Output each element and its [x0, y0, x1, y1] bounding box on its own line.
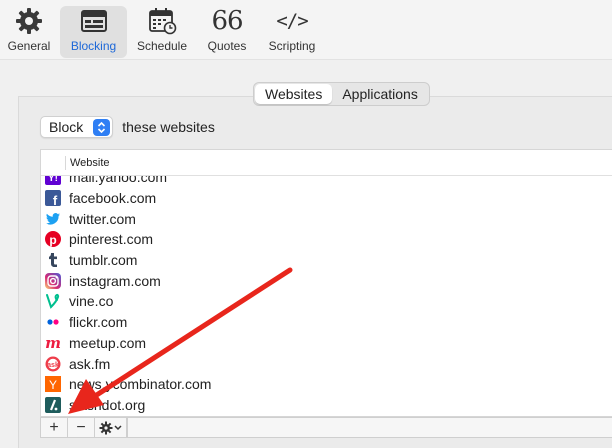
table-header: Website	[41, 150, 612, 176]
table-row[interactable]: tumblr.com	[41, 250, 612, 271]
twitter-icon	[44, 210, 62, 228]
gear-dropdown-icon	[99, 421, 122, 434]
website-name: news.ycombinator.com	[69, 376, 212, 393]
action-menu-button[interactable]	[95, 418, 127, 437]
toolbar-blocking-label: Blocking	[70, 39, 117, 53]
instagram-icon	[44, 272, 62, 290]
quote-icon: 66	[209, 6, 245, 36]
slashdot-icon	[44, 396, 62, 414]
table-row[interactable]: slashdot.org	[41, 395, 612, 416]
website-name: vine.co	[69, 293, 114, 310]
website-name: ask.fm	[69, 355, 111, 372]
website-name: tumblr.com	[69, 252, 138, 269]
table-row[interactable]: f facebook.com	[41, 188, 612, 209]
code-icon: </>	[274, 6, 310, 36]
add-website-button[interactable]: +	[41, 418, 68, 437]
block-mode-suffix: these websites	[122, 119, 215, 135]
calendar-icon	[144, 6, 180, 36]
website-name: facebook.com	[69, 190, 157, 207]
block-mode-popup[interactable]: Block	[40, 116, 114, 138]
website-name: pinterest.com	[69, 231, 154, 248]
toolbar-schedule-label: Schedule	[136, 39, 188, 53]
quote-glyph: 66	[211, 6, 243, 36]
toolbar-general-label: General	[7, 39, 51, 53]
code-glyph: </>	[276, 10, 308, 32]
toolbar-quotes[interactable]: 66 Quotes	[200, 6, 254, 58]
tumblr-icon	[44, 251, 62, 269]
website-name: flickr.com	[69, 314, 128, 331]
gear-icon	[11, 6, 47, 36]
toolbar-general[interactable]: General	[2, 6, 56, 58]
window-icon	[76, 6, 112, 36]
plus-icon: +	[49, 418, 59, 436]
table-row[interactable]: flickr.com	[41, 312, 612, 333]
toolbar-scripting-label: Scripting	[268, 39, 316, 53]
website-list: Y! mail.yahoo.com f facebook.com twitter…	[41, 167, 612, 415]
toolbar-schedule[interactable]: Schedule	[131, 6, 193, 58]
block-mode-value: Block	[49, 119, 84, 135]
vine-icon	[44, 292, 62, 310]
minus-icon: −	[76, 418, 86, 436]
block-mode-row: Block these websites	[40, 116, 215, 138]
svg-text:ask: ask	[47, 362, 59, 369]
pinterest-icon: p	[44, 230, 62, 248]
table-row[interactable]: Y news.ycombinator.com	[41, 374, 612, 395]
segment-applications[interactable]: Applications	[332, 84, 428, 104]
list-button-bar: + −	[40, 417, 128, 438]
button-bar-background	[127, 417, 612, 438]
ycombinator-icon: Y	[44, 375, 62, 393]
segment-websites[interactable]: Websites	[255, 84, 333, 104]
toolbar-scripting[interactable]: </> Scripting	[260, 6, 324, 58]
popup-chevron-icon	[93, 118, 111, 136]
flickr-icon	[44, 313, 62, 331]
table-row[interactable]: m meetup.com	[41, 333, 612, 354]
preferences-toolbar: General Blocking Schedule 66 Quotes </> …	[0, 0, 612, 60]
svg-text:m: m	[45, 335, 61, 351]
column-header-website[interactable]: Website	[65, 156, 110, 170]
website-name: twitter.com	[69, 210, 136, 227]
website-table[interactable]: Y! mail.yahoo.com f facebook.com twitter…	[40, 149, 612, 417]
svg-text:Y: Y	[49, 378, 57, 392]
website-name: slashdot.org	[69, 396, 146, 413]
table-row[interactable]: twitter.com	[41, 208, 612, 229]
toolbar-quotes-label: Quotes	[207, 39, 247, 53]
svg-text:f: f	[53, 193, 58, 206]
table-row[interactable]: instagram.com	[41, 270, 612, 291]
meetup-icon: m	[44, 334, 62, 352]
table-row[interactable]: ask ask.fm	[41, 353, 612, 374]
askfm-icon: ask	[44, 355, 62, 373]
toolbar-blocking[interactable]: Blocking	[60, 6, 127, 58]
table-row[interactable]: p pinterest.com	[41, 229, 612, 250]
websites-applications-segmented-control: Websites Applications	[253, 82, 430, 106]
website-name: meetup.com	[69, 334, 147, 351]
website-name: instagram.com	[69, 272, 161, 289]
facebook-icon: f	[44, 189, 62, 207]
remove-website-button[interactable]: −	[68, 418, 95, 437]
table-row[interactable]: vine.co	[41, 291, 612, 312]
svg-text:p: p	[49, 233, 56, 247]
